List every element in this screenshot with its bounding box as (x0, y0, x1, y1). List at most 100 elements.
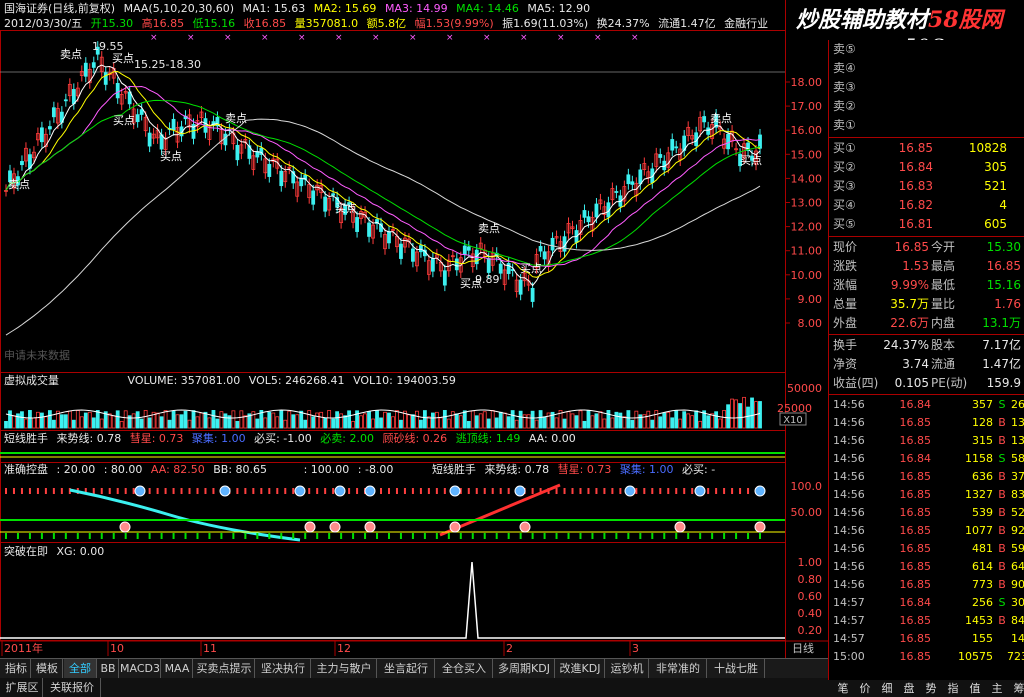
candle-body (139, 109, 144, 115)
ind2-red-bar (667, 488, 670, 494)
volume-bar (598, 411, 603, 429)
bid-row[interactable]: 买⑤ 16.81 605 (829, 215, 1024, 234)
bid-label: 买② (833, 160, 856, 174)
bid-row[interactable]: 买① 16.85 10828 (829, 139, 1024, 158)
side-tab[interactable]: 盘 (898, 680, 920, 697)
bid-row[interactable]: 买④ 16.82 4 (829, 196, 1024, 215)
ind2-red-bar (635, 488, 638, 494)
tick-price: 16.85 (899, 488, 932, 501)
tick-price: 16.84 (899, 596, 932, 609)
volume-bar (255, 418, 260, 429)
indicator-tab[interactable]: 全仓买入 (436, 659, 493, 678)
ind2-red-bar (531, 488, 534, 494)
ind2-red-bar (164, 488, 167, 494)
indicator-tab[interactable]: BB (98, 659, 119, 678)
indicator-tab[interactable]: MAA (162, 659, 193, 678)
ind2-green-bar (64, 533, 67, 539)
volume-bar (411, 414, 415, 429)
tick-side: B (998, 614, 1006, 627)
side-tab[interactable]: 细 (876, 680, 898, 697)
candle-body (550, 237, 555, 251)
ind1-flee: 逃顶线: 1.49 (455, 432, 521, 445)
tick-side: B (998, 488, 1006, 501)
ind2-v2: : 80.00 (103, 463, 143, 476)
signal-label: 卖点 (710, 112, 732, 125)
volume-bar (311, 416, 316, 429)
signal-label: 卖点 (60, 48, 82, 61)
volume-bar (678, 418, 683, 429)
side-tab[interactable]: 势 (920, 680, 942, 697)
bid-row[interactable]: 买③ 16.83 521 (829, 177, 1024, 196)
ind2-red-bar (691, 488, 694, 494)
bid-volume: 10828 (968, 141, 1007, 155)
extension-tab[interactable]: 扩展区 (2, 678, 43, 697)
indicator-tab[interactable]: 指标 (2, 659, 31, 678)
tick-time: 14:56 (833, 506, 865, 519)
volume-bar (187, 419, 192, 429)
ind1-comet: 彗星: 0.73 (129, 432, 184, 445)
ind3-title: 突破在即 (4, 545, 48, 558)
ask-row[interactable]: 卖③ (829, 78, 1024, 97)
ind2-red-bar (403, 488, 406, 494)
indicator-tab[interactable]: 主力与散户 (312, 659, 377, 678)
time-axis-label: 2011年 (4, 641, 43, 655)
volume-bar (219, 411, 224, 429)
ind2-red-bar (419, 488, 422, 494)
volume-bar (662, 412, 667, 429)
candle-body (462, 245, 467, 255)
indicator-tab[interactable]: 坐言起行 (378, 659, 435, 678)
volume-bar (211, 410, 216, 429)
chart-canvas[interactable]: 18.00 17.00 16.00 15.00 14.00 13.00 12.00 11.00… (0, 0, 828, 658)
ask-row[interactable]: 卖① (829, 116, 1024, 135)
indicator-tab[interactable]: 非常准的 (650, 659, 707, 678)
candle-body (670, 139, 675, 151)
top-marker: × (298, 33, 306, 43)
volume-bar (223, 413, 228, 429)
ma2-value: MA2: 15.69 (313, 2, 377, 15)
ind2-red-bar (595, 488, 598, 494)
indicator-tab[interactable]: 改進KDJ (556, 659, 605, 678)
side-tab[interactable]: 指 (942, 680, 964, 697)
indicator-tab[interactable]: 买卖点提示 (194, 659, 255, 678)
indicator-tab[interactable]: 坚决执行 (256, 659, 311, 678)
indicator-tab[interactable]: 多周期KDJ (494, 659, 555, 678)
tick-volume: 773 (972, 578, 993, 591)
volume-bar (434, 411, 439, 429)
side-tab[interactable]: 筹 (1008, 680, 1024, 697)
side-tab[interactable]: 笔 (832, 680, 854, 697)
ind1-title: 短线胜手 (4, 432, 48, 445)
ind2-green-bar (579, 533, 582, 539)
tick-price: 16.85 (899, 560, 932, 573)
indicator-tab[interactable]: 十战七胜 (708, 659, 765, 678)
side-tab[interactable]: 价 (854, 680, 876, 697)
tick-time: 14:56 (833, 416, 865, 429)
extension-tab[interactable]: 关联报价 (44, 678, 101, 697)
ask-row[interactable]: 卖⑤ (829, 40, 1024, 59)
side-tab[interactable]: 值 (964, 680, 986, 697)
side-tab[interactable]: 主 (986, 680, 1008, 697)
ind2-red-bar (348, 488, 351, 494)
signal-label: 卖点 (478, 222, 500, 235)
ask-row[interactable]: 卖② (829, 97, 1024, 116)
quote-panel: 卖⑤ 卖④ 卖③ 卖② 卖① 买① 16.85 10828 买② 16.84 305 买③ 16.83 5… (828, 40, 1024, 680)
volume-bar (710, 413, 715, 429)
volume-bar (690, 415, 695, 429)
quote-row: 净资 3.74 流通 1.47亿 (829, 355, 1024, 374)
indicator-tab[interactable]: 模板 (32, 659, 63, 678)
bid-row[interactable]: 买② 16.84 305 (829, 158, 1024, 177)
tick-time: 14:57 (833, 632, 865, 645)
tick-price: 16.85 (899, 614, 932, 627)
ask-row[interactable]: 卖④ (829, 59, 1024, 78)
tick-volume: 1158 (965, 452, 993, 465)
ind2-title: 准确控盘 (4, 463, 48, 476)
ind2-axis-label: 100.0 (791, 480, 823, 493)
indicator-tab[interactable]: MACD3 (120, 659, 161, 678)
ind1-sect: 聚集: 1.00 (191, 432, 246, 445)
volume-bar (291, 414, 296, 429)
indicator-tab[interactable]: 全部 (64, 659, 97, 678)
orderbook-separator (829, 137, 1024, 138)
indicator-tab[interactable]: 运钞机 (606, 659, 649, 678)
ind2-aa: AA: 82.50 (150, 463, 205, 476)
bid-volume: 305 (984, 160, 1007, 174)
candle-body (159, 134, 164, 150)
